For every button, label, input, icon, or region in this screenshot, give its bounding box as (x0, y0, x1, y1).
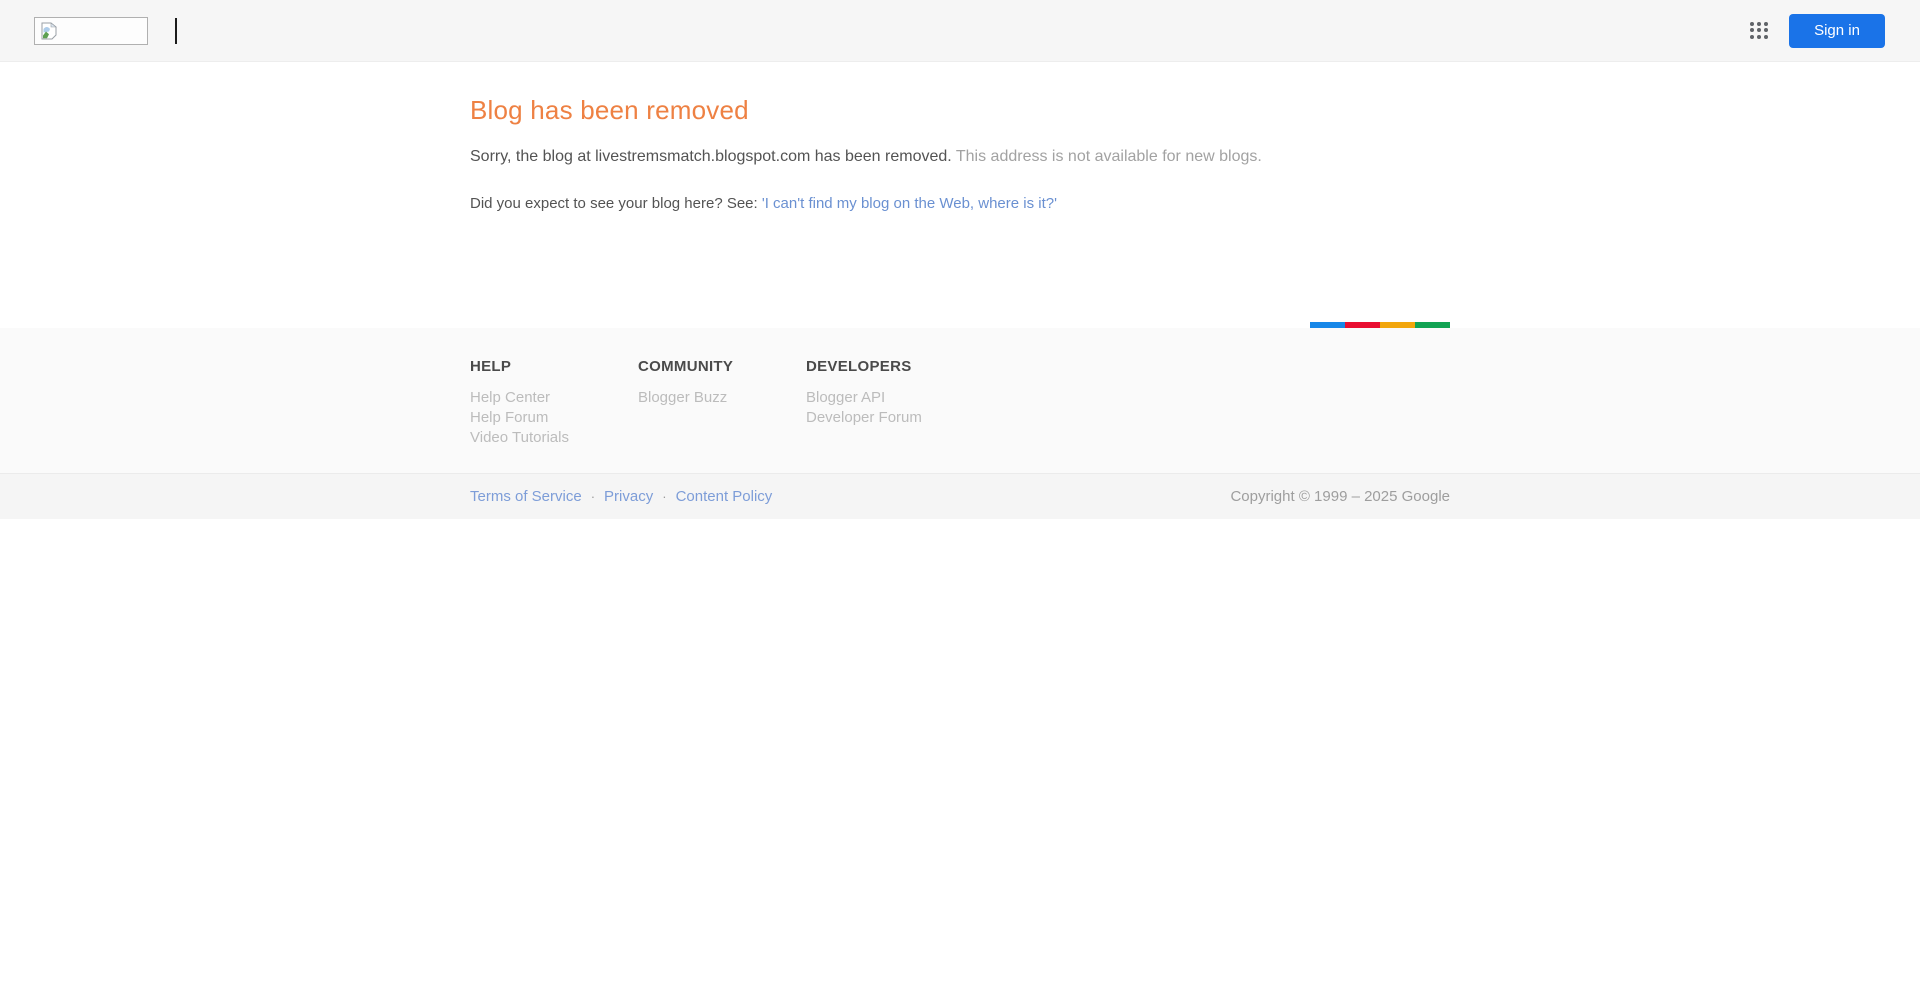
footer-legal-bar: Terms of Service · Privacy · Content Pol… (0, 473, 1920, 519)
footer-column-help: HELP Help Center Help Forum Video Tutori… (470, 358, 638, 448)
list-item: Help Center (470, 388, 638, 408)
main-content: Blog has been removed Sorry, the blog at… (0, 62, 1920, 328)
removal-message-primary: Sorry, the blog at livestremsmatch.blogs… (470, 148, 952, 165)
removal-message: Sorry, the blog at livestremsmatch.blogs… (470, 148, 1450, 166)
content-policy-link[interactable]: Content Policy (676, 488, 773, 505)
footer-heading-community: COMMUNITY (638, 358, 734, 375)
broken-image-icon (39, 21, 59, 41)
logo-placeholder (34, 16, 148, 45)
footer-column-developers: DEVELOPERS Blogger API Developer Forum (806, 358, 974, 448)
list-item: Blogger Buzz (638, 388, 806, 408)
privacy-link[interactable]: Privacy (604, 488, 653, 505)
list-item: Developer Forum (806, 408, 974, 428)
google-apps-button[interactable] (1739, 11, 1779, 51)
cant-find-blog-link[interactable]: 'I can't find my blog on the Web, where … (762, 195, 1057, 212)
text-caret (175, 17, 177, 44)
list-item: Help Forum (470, 408, 638, 428)
footer-heading-developers: DEVELOPERS (806, 358, 912, 375)
help-prompt: Did you expect to see your blog here? Se… (470, 195, 1450, 212)
footer-column-community: COMMUNITY Blogger Buzz (638, 358, 806, 448)
video-tutorials-link[interactable]: Video Tutorials (470, 429, 569, 446)
help-prompt-text: Did you expect to see your blog here? Se… (470, 195, 762, 212)
sign-in-button[interactable]: Sign in (1789, 13, 1885, 48)
terms-of-service-link[interactable]: Terms of Service (470, 488, 582, 505)
removal-message-secondary: This address is not available for new bl… (955, 148, 1262, 165)
legal-links: Terms of Service · Privacy · Content Pol… (470, 488, 772, 505)
top-header: Sign in (0, 0, 1920, 62)
separator-dot: · (662, 489, 667, 504)
help-center-link[interactable]: Help Center (470, 389, 550, 406)
list-item: Blogger API (806, 388, 974, 408)
copyright-text: Copyright © 1999 – 2025 Google (1230, 488, 1450, 505)
blogger-buzz-link[interactable]: Blogger Buzz (638, 389, 727, 406)
page-title: Blog has been removed (470, 95, 749, 125)
blogger-api-link[interactable]: Blogger API (806, 389, 885, 406)
footer-heading-help: HELP (470, 358, 512, 375)
list-item: Video Tutorials (470, 428, 638, 448)
footer: HELP Help Center Help Forum Video Tutori… (0, 328, 1920, 473)
help-forum-link[interactable]: Help Forum (470, 409, 548, 426)
separator-dot: · (590, 489, 596, 504)
apps-grid-icon (1749, 21, 1769, 41)
developer-forum-link[interactable]: Developer Forum (806, 409, 922, 426)
